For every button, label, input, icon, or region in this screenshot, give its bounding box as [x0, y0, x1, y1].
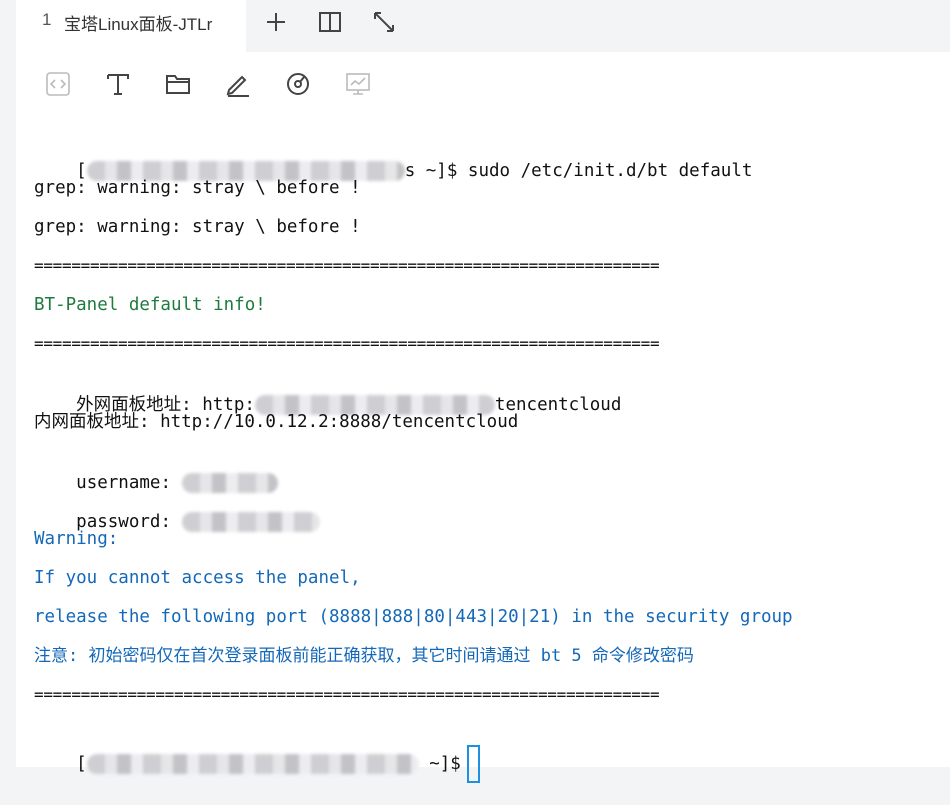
- warning-label: Warning:: [34, 529, 119, 549]
- terminal-output[interactable]: [ s ~]$ sudo /etc/init.d/bt default grep:…: [16, 115, 950, 783]
- tab-number: 1: [42, 10, 52, 29]
- code-icon[interactable]: [44, 70, 72, 98]
- terminal-cursor: [466, 745, 480, 783]
- split-view-icon[interactable]: [316, 8, 344, 36]
- redacted-password: [181, 512, 320, 532]
- plus-icon[interactable]: [262, 8, 290, 36]
- monitor-gauge-icon[interactable]: [284, 70, 312, 98]
- warning-if-line: If you cannot access the panel,: [34, 568, 361, 588]
- tab-title: 宝塔Linux面板-JTLr: [64, 15, 213, 34]
- prompt-line: [ ~]$: [34, 723, 480, 805]
- terminal-tab[interactable]: 1 宝塔Linux面板-JTLr: [16, 0, 246, 52]
- panel-info-title: BT-Panel default info!: [34, 295, 266, 315]
- prompt-tail: ~]$: [418, 754, 461, 774]
- edit-icon[interactable]: [224, 70, 252, 98]
- toolbar: [16, 52, 950, 115]
- grep-warning-2: grep: warning: stray \ before !: [34, 217, 361, 237]
- separator-line: ========================================…: [34, 256, 660, 275]
- text-icon[interactable]: [104, 70, 132, 98]
- warning-note-line: 注意: 初始密码仅在首次登录面板前能正确获取，其它时间请通过 bt 5 命令修改…: [34, 646, 694, 666]
- chart-icon[interactable]: [344, 70, 372, 98]
- warning-release-line: release the following port (8888|888|80|…: [34, 607, 793, 627]
- redacted-host: [86, 754, 419, 774]
- folder-icon[interactable]: [164, 70, 192, 98]
- prompt-bracket: [: [76, 754, 87, 774]
- command-text: s ~]$ sudo /etc/init.d/bt default: [404, 161, 753, 181]
- expand-icon[interactable]: [370, 8, 398, 36]
- separator-line: ========================================…: [34, 685, 660, 704]
- grep-warning-1: grep: warning: stray \ before !: [34, 178, 361, 198]
- separator-line: ========================================…: [34, 334, 660, 353]
- left-gutter: [0, 0, 16, 767]
- internal-address-line: 内网面板地址: http://10.0.12.2:8888/tencentclo…: [34, 412, 519, 432]
